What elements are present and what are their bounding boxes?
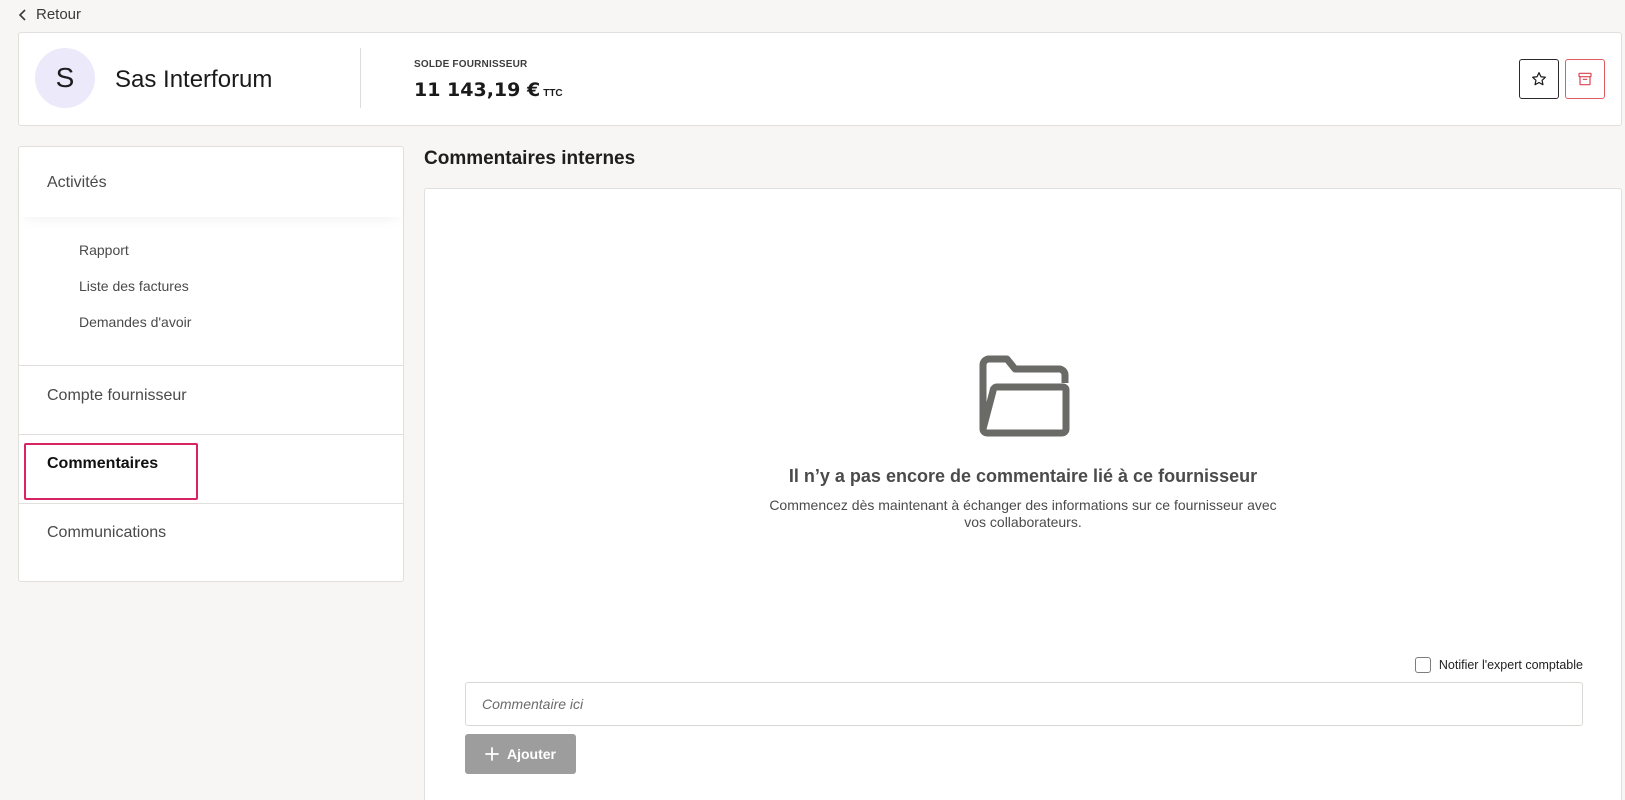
balance-suffix: TTC [543, 88, 563, 99]
balance-value: 11 143,19 € TTC [414, 79, 563, 101]
comment-input[interactable] [465, 682, 1583, 726]
star-icon [1532, 72, 1546, 86]
sidebar-subitem-rapport[interactable]: Rapport [79, 242, 129, 258]
balance-amount: 11 143,19 € [414, 79, 541, 101]
sidebar-item-activites[interactable]: Activités [47, 174, 107, 192]
sidebar-item-compte-fournisseur[interactable]: Compte fournisseur [47, 387, 187, 405]
favorite-button[interactable] [1519, 59, 1559, 99]
comments-panel: Il n’y a pas encore de commentaire lié à… [424, 188, 1622, 800]
sidebar-divider [19, 365, 403, 366]
add-comment-label: Ajouter [507, 746, 556, 762]
avatar: S [35, 48, 95, 108]
empty-state-title: Il n’y a pas encore de commentaire lié à… [788, 466, 1258, 486]
sidebar-subitem-demandes-avoir[interactable]: Demandes d'avoir [79, 314, 191, 330]
header-divider [360, 48, 361, 108]
page-title: Commentaires internes [424, 148, 636, 169]
sidebar-subitem-liste-factures[interactable]: Liste des factures [79, 278, 189, 294]
notify-accountant-option[interactable]: Notifier l'expert comptable [1414, 657, 1583, 673]
archive-button[interactable] [1565, 59, 1605, 99]
sidebar-section-activites: Activités [19, 147, 403, 217]
sidebar-item-commentaires[interactable]: Commentaires [47, 455, 158, 473]
notify-checkbox[interactable] [1414, 657, 1431, 673]
add-comment-button[interactable]: Ajouter [465, 734, 576, 774]
empty-state-description: Commencez dès maintenant à échanger des … [769, 497, 1277, 530]
notify-label: Notifier l'expert comptable [1438, 658, 1583, 672]
sidebar: Activités Rapport Liste des factures Dem… [18, 146, 404, 582]
archive-icon [1578, 72, 1592, 86]
supplier-name: Sas Interforum [115, 66, 273, 93]
sidebar-divider [19, 434, 403, 435]
balance-label: SOLDE FOURNISSEUR [414, 59, 528, 70]
back-link[interactable]: Retour [18, 6, 81, 23]
supplier-header: S Sas Interforum SOLDE FOURNISSEUR 11 14… [18, 32, 1622, 126]
plus-icon [485, 747, 499, 761]
sidebar-item-communications[interactable]: Communications [47, 524, 166, 542]
back-label: Retour [36, 6, 82, 23]
sidebar-divider [19, 503, 403, 504]
chevron-left-icon [18, 8, 26, 21]
folder-open-icon [979, 355, 1070, 437]
